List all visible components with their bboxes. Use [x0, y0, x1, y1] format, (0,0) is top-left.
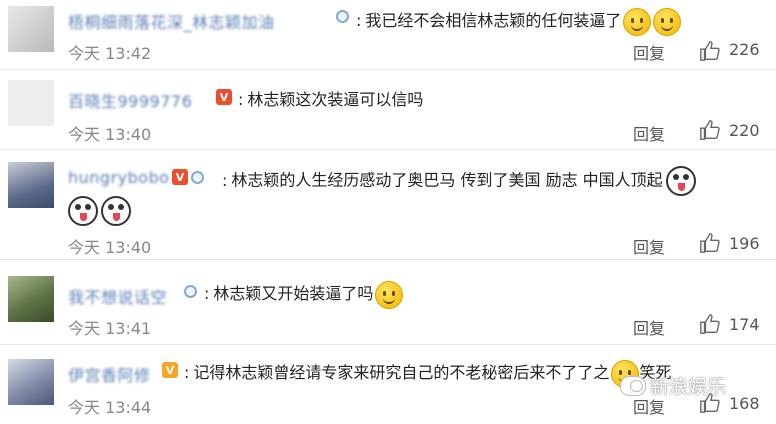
like-count: 168 [729, 394, 760, 413]
comment-item: 我不想说话空 : 林志颖又开始装逼了吗 今天 13:41 回复 174 [0, 260, 776, 345]
comment-item: 梧桐细雨落花深_林志颖加油 : 我已经不会相信林志颖的任何装逼了 今天 13:42… [0, 0, 776, 70]
comment-time: 今天 13:44 [68, 398, 152, 417]
avatar[interactable] [8, 6, 54, 52]
vip-badge-icon: V [172, 169, 188, 185]
thumbs-up-icon[interactable] [699, 40, 721, 62]
colon-separator: : [204, 284, 210, 303]
thumbs-up-icon[interactable] [699, 313, 721, 335]
reply-button[interactable]: 回复 [633, 234, 665, 258]
avatar[interactable] [8, 359, 54, 405]
avatar[interactable] [8, 162, 54, 208]
comment-text: 我已经不会相信林志颖的任何装逼了 [365, 11, 622, 30]
comment-item: hungrybobo V : 林志颖的人生经历感动了奥巴马 传到了美国 励志 中国… [0, 150, 776, 260]
husky-emoji-icon [101, 196, 131, 226]
emoji-row [68, 196, 131, 226]
comment-time: 今天 13:40 [68, 125, 152, 144]
husky-emoji-icon [68, 196, 98, 226]
comment-text: 记得林志颖曾经请专家来研究自己的不老秘密后来不了了之 [193, 363, 610, 382]
vip-gold-badge-icon: V [162, 362, 178, 378]
reply-button[interactable]: 回复 [633, 315, 665, 339]
reply-button[interactable]: 回复 [633, 40, 665, 64]
colon-separator: : [356, 11, 362, 30]
username[interactable]: 我不想说话空 [68, 284, 167, 308]
comment-text: 林志颖又开始装逼了吗 [213, 284, 374, 303]
watermark-text: 新浪娱乐 [650, 376, 727, 398]
colon-separator: : [222, 170, 228, 190]
thumbs-up-icon[interactable] [699, 119, 721, 141]
vip-badge-icon: V [216, 89, 232, 105]
username[interactable]: 梧桐细雨落花深_林志颖加油 [68, 9, 275, 33]
comment-time: 今天 13:42 [68, 44, 152, 63]
like-count: 196 [729, 234, 760, 253]
avatar[interactable] [8, 276, 54, 322]
verified-ring-icon [191, 170, 204, 184]
comment-text: 林志颖的人生经历感动了奥巴马 传到了美国 励志 中国人顶起 [231, 170, 663, 190]
comment-time: 今天 13:41 [68, 319, 152, 338]
colon-separator: : [238, 90, 244, 109]
avatar[interactable] [8, 80, 54, 126]
like-count: 220 [729, 121, 760, 140]
username[interactable]: 伊宫香阿修 [68, 362, 151, 386]
smile-emoji-icon [623, 7, 652, 36]
thumbs-up-icon[interactable] [699, 232, 721, 254]
smile-emoji-icon [653, 7, 682, 36]
verified-ring-icon [184, 285, 197, 298]
smile-emoji-icon [375, 280, 404, 309]
username[interactable]: 百晓生9999776 [68, 88, 192, 112]
like-count: 174 [729, 315, 760, 334]
reply-button[interactable]: 回复 [633, 121, 665, 145]
comment-time: 今天 13:40 [68, 238, 152, 257]
like-count: 226 [729, 40, 760, 59]
husky-emoji-icon [665, 166, 696, 196]
watermark: 新浪娱乐 [620, 372, 726, 399]
wechat-icon [620, 375, 646, 396]
username[interactable]: hungrybobo [68, 168, 170, 187]
comment-text: 林志颖这次装逼可以信吗 [247, 90, 424, 109]
colon-separator: : [184, 363, 190, 382]
verified-ring-icon [336, 10, 349, 23]
comment-item: 百晓生9999776 V : 林志颖这次装逼可以信吗 今天 13:40 回复 22… [0, 70, 776, 150]
